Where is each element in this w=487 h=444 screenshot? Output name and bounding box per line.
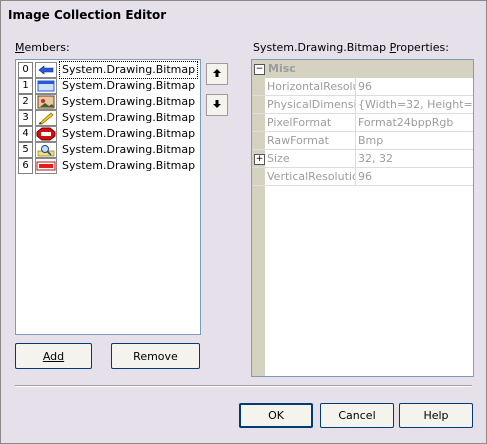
property-value: 96	[358, 170, 372, 183]
item-name: System.Drawing.Bitmap	[62, 143, 196, 156]
list-item[interactable]: 6 System.Drawing.Bitmap	[17, 158, 199, 174]
item-index: 4	[18, 126, 33, 142]
cancel-button-label: Cancel	[338, 409, 376, 422]
list-item[interactable]: 1 System.Drawing.Bitmap	[17, 78, 199, 94]
pencil-icon	[35, 110, 57, 126]
ok-button-label: OK	[268, 409, 284, 422]
properties-label: System.Drawing.Bitmap Properties:	[253, 41, 449, 54]
property-value: Format24bppRgb	[358, 116, 454, 129]
expand-icon[interactable]: +	[254, 154, 265, 165]
back-arrow-icon	[35, 62, 57, 78]
remove-button-label: Remove	[133, 349, 178, 363]
property-name: RawFormat	[267, 132, 356, 149]
property-value: {Width=32, Height=32}	[358, 98, 473, 111]
arrow-down-icon	[212, 99, 222, 112]
property-row[interactable]: RawFormat Bmp	[252, 132, 473, 150]
item-index: 0	[18, 62, 33, 78]
list-item[interactable]: 5 System.Drawing.Bitmap	[17, 142, 199, 158]
image-collection-editor-window: Image Collection Editor Members: 0 Syste…	[0, 0, 487, 444]
footer-divider	[15, 385, 472, 387]
help-button[interactable]: Help	[399, 403, 473, 428]
item-index: 3	[18, 110, 33, 126]
property-name: Size	[267, 150, 356, 167]
add-button-label: Add	[42, 349, 65, 363]
window-title: Image Collection Editor	[8, 8, 167, 22]
add-button[interactable]: Add	[15, 343, 92, 369]
item-name: System.Drawing.Bitmap	[62, 111, 196, 124]
item-name: System.Drawing.Bitmap	[62, 95, 196, 108]
property-row[interactable]: PhysicalDimension {Width=32, Height=32}	[252, 96, 473, 114]
stop-sign-icon	[35, 126, 57, 142]
members-list[interactable]: 0 System.Drawing.Bitmap 1 System.Drawing…	[15, 59, 201, 335]
property-row[interactable]: HorizontalResolut 96	[252, 78, 473, 96]
exit-icon	[35, 158, 57, 174]
item-name: System.Drawing.Bitmap	[62, 127, 196, 140]
find-icon	[35, 142, 57, 158]
item-name: System.Drawing.Bitmap	[58, 61, 199, 79]
ok-button[interactable]: OK	[239, 403, 313, 428]
property-grid[interactable]: − Misc HorizontalResolut 96 PhysicalDime…	[251, 59, 474, 377]
category-label: Misc	[268, 62, 296, 75]
move-down-button[interactable]	[206, 94, 228, 116]
property-value: 96	[358, 80, 372, 93]
title-bar[interactable]: Image Collection Editor	[1, 1, 486, 31]
item-index: 6	[18, 158, 33, 174]
property-name: HorizontalResolut	[267, 78, 356, 95]
list-item[interactable]: 0 System.Drawing.Bitmap	[17, 61, 199, 79]
help-button-label: Help	[423, 409, 449, 422]
property-row[interactable]: VerticalResolution 96	[252, 168, 473, 186]
item-index: 1	[18, 78, 33, 94]
property-name: PhysicalDimension	[267, 96, 356, 113]
category-row-misc[interactable]: − Misc	[252, 60, 473, 78]
property-name: PixelFormat	[267, 114, 356, 131]
cancel-button[interactable]: Cancel	[320, 403, 394, 428]
item-name: System.Drawing.Bitmap	[62, 159, 196, 172]
property-row[interactable]: + Size 32, 32	[252, 150, 473, 168]
property-value: 32, 32	[358, 152, 393, 165]
list-item[interactable]: 4 System.Drawing.Bitmap	[17, 126, 199, 142]
list-item[interactable]: 2 System.Drawing.Bitmap	[17, 94, 199, 110]
list-item[interactable]: 3 System.Drawing.Bitmap	[17, 110, 199, 126]
members-label: Members:	[15, 41, 70, 54]
picture-icon	[35, 94, 57, 110]
property-value: Bmp	[358, 134, 384, 147]
property-row[interactable]: PixelFormat Format24bppRgb	[252, 114, 473, 132]
item-name: System.Drawing.Bitmap	[62, 79, 196, 92]
item-index: 5	[18, 142, 33, 158]
arrow-up-icon	[212, 68, 222, 81]
move-up-button[interactable]	[206, 63, 228, 85]
remove-button[interactable]: Remove	[111, 343, 200, 369]
window-icon	[35, 78, 57, 94]
collapse-icon[interactable]: −	[254, 64, 265, 75]
property-name: VerticalResolution	[267, 168, 356, 185]
item-index: 2	[18, 94, 33, 110]
